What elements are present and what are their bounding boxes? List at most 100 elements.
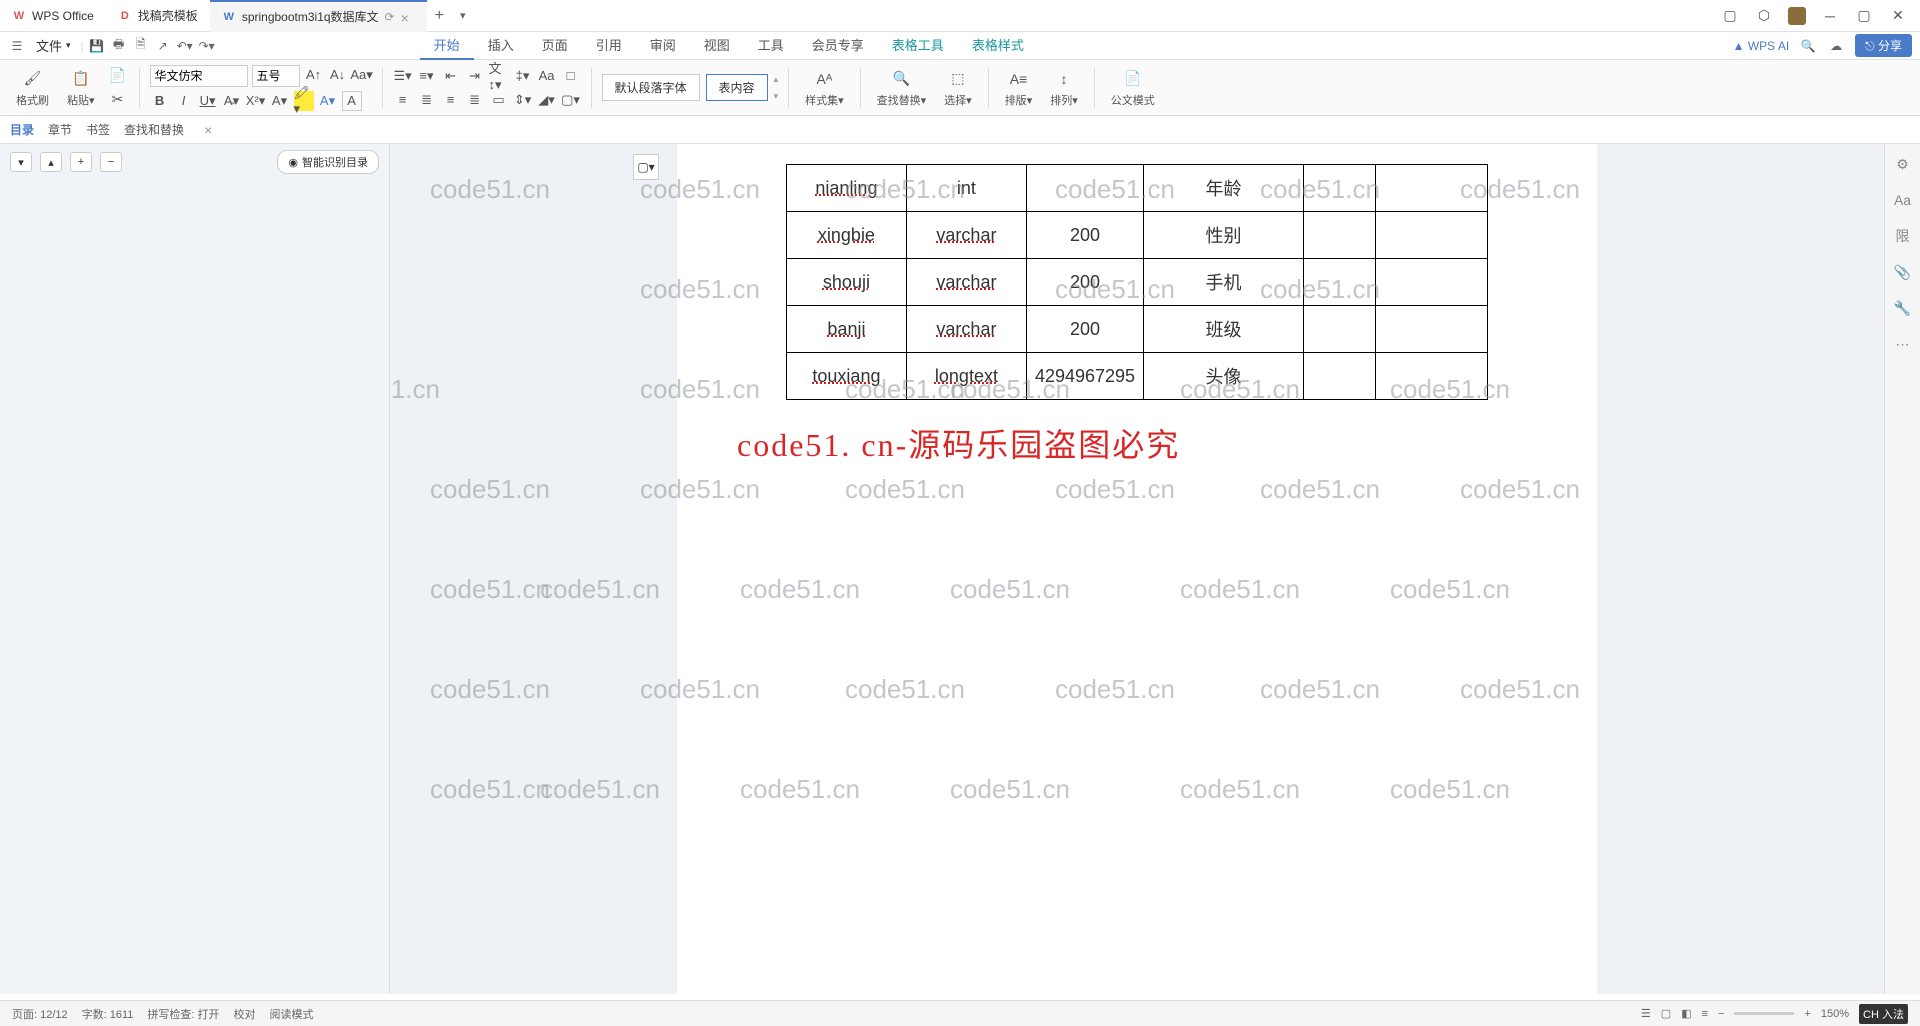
copy-icon[interactable]: 📄: [107, 65, 129, 87]
ribbon-tab-start[interactable]: 开始: [420, 31, 474, 60]
bullet-list-icon[interactable]: ☰▾: [393, 66, 413, 86]
style-set-group[interactable]: Aᴬ 样式集▾: [799, 68, 850, 108]
underline-button[interactable]: U▾: [198, 91, 218, 111]
empty-cell[interactable]: [1304, 212, 1376, 259]
view-outline-icon[interactable]: ≡: [1702, 1008, 1708, 1020]
align-left-icon[interactable]: ≡: [393, 90, 413, 110]
word-count[interactable]: 字数: 1611: [82, 1006, 134, 1022]
hamburger-icon[interactable]: ☰: [8, 37, 26, 55]
properties-icon[interactable]: ⚙: [1893, 154, 1913, 174]
tab-template[interactable]: D 找稿壳模板: [106, 0, 210, 32]
len-cell[interactable]: 200: [1026, 306, 1143, 353]
cloud-icon[interactable]: ☁: [1827, 37, 1845, 55]
add-button[interactable]: +: [70, 152, 92, 172]
view-web-icon[interactable]: ◧: [1681, 1007, 1691, 1020]
align-center-icon[interactable]: ≣: [417, 90, 437, 110]
page-view-button[interactable]: ▢▾: [633, 154, 659, 180]
nav-tab-chapter[interactable]: 章节: [48, 121, 72, 138]
avatar-icon[interactable]: [1788, 7, 1806, 25]
tab-refresh-icon[interactable]: ⟳: [385, 10, 395, 24]
tab-menu-button[interactable]: ▾: [452, 9, 474, 22]
field-cell[interactable]: shouji: [786, 259, 906, 306]
strike-button[interactable]: A̵▾: [222, 91, 242, 111]
font-size-select[interactable]: [252, 65, 300, 87]
ribbon-tab-tools[interactable]: 工具: [744, 31, 798, 60]
nav-tab-toc[interactable]: 目录: [10, 121, 34, 138]
line-spacing-icon[interactable]: ‡▾: [513, 66, 533, 86]
print-preview-icon[interactable]: 🗎: [132, 37, 150, 55]
ruby-icon[interactable]: Aa: [537, 66, 557, 86]
empty-cell[interactable]: [1376, 165, 1488, 212]
desc-cell[interactable]: 性别: [1144, 212, 1304, 259]
zoom-out-button[interactable]: −: [1718, 1008, 1724, 1020]
proof-status[interactable]: 校对: [234, 1006, 256, 1022]
empty-cell[interactable]: [1376, 212, 1488, 259]
ribbon-tab-page[interactable]: 页面: [528, 31, 582, 60]
clear-format-button[interactable]: A: [342, 91, 362, 111]
select-group[interactable]: ⬚ 选择▾: [938, 68, 978, 108]
decrease-font-icon[interactable]: A↓: [328, 65, 348, 85]
empty-cell[interactable]: [1376, 353, 1488, 400]
share-button[interactable]: ⎋ 分享: [1855, 34, 1912, 57]
collapse-button[interactable]: ▾: [10, 152, 32, 172]
default-para-style[interactable]: 默认段落字体: [602, 74, 700, 101]
export-icon[interactable]: ↗: [154, 37, 172, 55]
clip-icon[interactable]: 📎: [1893, 262, 1913, 282]
close-icon[interactable]: ×: [204, 122, 212, 138]
remove-button[interactable]: −: [100, 152, 122, 172]
font-name-select[interactable]: [150, 65, 248, 87]
table-content-style[interactable]: 表内容: [706, 74, 768, 101]
arrange-group[interactable]: A≡ 排版▾: [999, 68, 1039, 108]
move-up-button[interactable]: ▴: [40, 152, 62, 172]
find-replace-group[interactable]: 🔍 查找替换▾: [871, 68, 933, 108]
smart-toc-button[interactable]: ◉ 智能识别目录: [277, 150, 379, 174]
limit-icon[interactable]: 限: [1893, 226, 1913, 246]
ribbon-tab-reference[interactable]: 引用: [582, 31, 636, 60]
increase-indent-icon[interactable]: ⇥: [465, 66, 485, 86]
empty-cell[interactable]: [1304, 306, 1376, 353]
empty-cell[interactable]: [1304, 165, 1376, 212]
ribbon-tab-table-style[interactable]: 表格样式: [958, 31, 1038, 60]
field-cell[interactable]: touxiang: [786, 353, 906, 400]
type-cell[interactable]: int: [906, 165, 1026, 212]
zoom-level[interactable]: 150%: [1821, 1008, 1849, 1020]
desc-cell[interactable]: 年龄: [1144, 165, 1304, 212]
ribbon-tab-insert[interactable]: 插入: [474, 31, 528, 60]
style-icon[interactable]: Aa: [1893, 190, 1913, 210]
view-mode-icon[interactable]: ☰: [1641, 1007, 1651, 1020]
office-mode-group[interactable]: 📄 公文模式: [1105, 68, 1161, 108]
spell-check-status[interactable]: 拼写检查: 打开: [147, 1006, 219, 1022]
distribute-icon[interactable]: ▭: [489, 90, 509, 110]
highlight-button[interactable]: 🖍▾: [294, 91, 314, 111]
new-tab-button[interactable]: +: [427, 7, 452, 25]
save-icon[interactable]: 💾: [88, 37, 106, 55]
spacing-icon[interactable]: ⇕▾: [513, 90, 533, 110]
change-case-icon[interactable]: Aa▾: [352, 65, 372, 85]
view-page-icon[interactable]: ▢: [1661, 1007, 1671, 1020]
nav-tab-find[interactable]: 查找和替换: [124, 121, 184, 138]
increase-font-icon[interactable]: A↑: [304, 65, 324, 85]
desc-cell[interactable]: 班级: [1144, 306, 1304, 353]
font-color-button[interactable]: A▾: [270, 91, 290, 111]
file-menu[interactable]: 文件▾: [30, 36, 77, 55]
paste-group[interactable]: 📋 粘贴▾: [61, 68, 101, 108]
bold-button[interactable]: B: [150, 91, 170, 111]
zoom-in-button[interactable]: +: [1804, 1008, 1810, 1020]
ribbon-tab-view[interactable]: 视图: [690, 31, 744, 60]
search-icon[interactable]: 🔍: [1799, 37, 1817, 55]
align-right-icon[interactable]: ≡: [441, 90, 461, 110]
tool-icon[interactable]: 🔧: [1893, 298, 1913, 318]
len-cell[interactable]: 200: [1026, 212, 1143, 259]
len-cell[interactable]: 4294967295: [1026, 353, 1143, 400]
database-table[interactable]: nianling int 年龄 xingbie varchar 200 性别: [786, 164, 1488, 400]
cube-icon[interactable]: ⬡: [1754, 6, 1774, 26]
text-fill-button[interactable]: A▾: [318, 91, 338, 111]
empty-cell[interactable]: [1304, 259, 1376, 306]
ribbon-tab-member[interactable]: 会员专享: [798, 31, 878, 60]
sort-group[interactable]: ↕ 排列▾: [1044, 68, 1084, 108]
windows-icon[interactable]: ▢: [1720, 6, 1740, 26]
page-indicator[interactable]: 页面: 12/12: [12, 1006, 68, 1022]
superscript-button[interactable]: X²▾: [246, 91, 266, 111]
tab-wps-office[interactable]: W WPS Office: [0, 0, 106, 32]
empty-cell[interactable]: [1376, 259, 1488, 306]
